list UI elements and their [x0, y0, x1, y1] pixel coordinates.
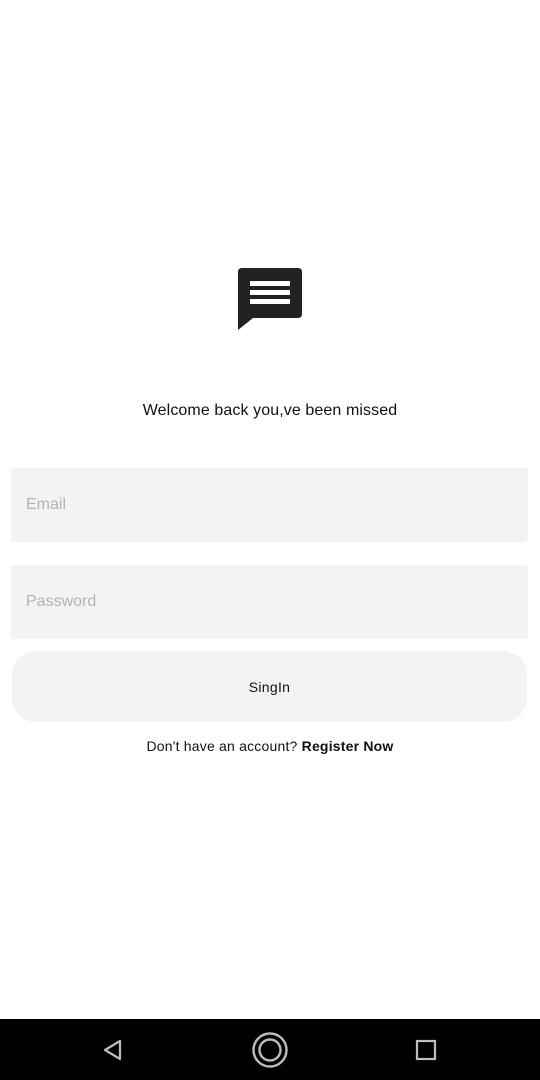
- back-icon: [103, 1039, 122, 1060]
- recents-icon: [415, 1039, 437, 1060]
- login-screen: Welcome back you,ve been missed SingIn D…: [0, 0, 540, 1019]
- home-button[interactable]: [235, 1019, 305, 1080]
- register-now-link[interactable]: Register Now: [302, 738, 394, 754]
- back-button[interactable]: [78, 1019, 148, 1080]
- email-field[interactable]: [11, 468, 528, 542]
- register-prompt: Don't have an account?: [146, 738, 298, 754]
- message-icon: [237, 267, 303, 331]
- register-row: Don't have an account? Register Now: [0, 738, 540, 754]
- welcome-text: Welcome back you,ve been missed: [142, 402, 398, 419]
- recents-button[interactable]: [391, 1019, 461, 1080]
- email-input[interactable]: [11, 468, 528, 542]
- password-input[interactable]: [11, 565, 528, 639]
- system-navigation-bar: [0, 1019, 540, 1080]
- signin-button[interactable]: SingIn: [12, 651, 527, 722]
- home-icon: [252, 1031, 288, 1068]
- password-field[interactable]: [11, 565, 528, 639]
